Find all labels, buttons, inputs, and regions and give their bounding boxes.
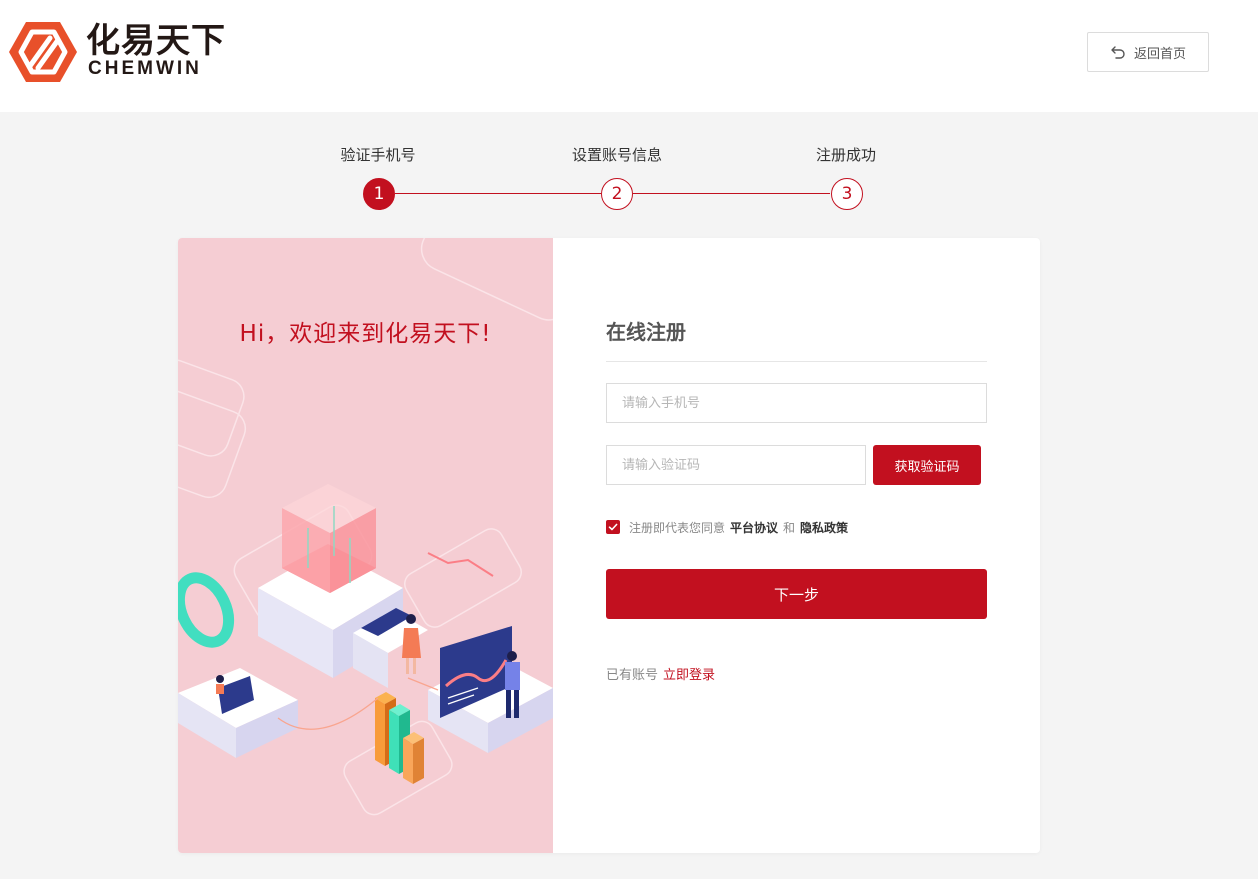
platform-agreement-link[interactable]: 平台协议 bbox=[730, 519, 778, 536]
login-prompt: 已有账号 立即登录 bbox=[606, 664, 715, 683]
agreement-text: 注册即代表您同意 bbox=[629, 520, 726, 535]
back-home-label: 返回首页 bbox=[1133, 46, 1186, 62]
step-connector-2 bbox=[633, 193, 830, 194]
back-home-button[interactable]: 返回首页 bbox=[1087, 32, 1209, 72]
form-title: 在线注册 bbox=[606, 320, 686, 344]
agreement-checkbox[interactable] bbox=[606, 520, 620, 534]
form-divider bbox=[606, 361, 987, 362]
agreement-and-text: 和 bbox=[783, 520, 796, 535]
step-3-label: 注册成功 bbox=[815, 146, 877, 164]
welcome-heading: Hi，欢迎来到化易天下! bbox=[239, 321, 492, 347]
phone-input[interactable] bbox=[606, 383, 987, 423]
next-step-button[interactable]: 下一步 bbox=[606, 569, 987, 619]
checkmark-icon bbox=[608, 523, 618, 531]
step-2-indicator: 2 bbox=[601, 178, 633, 210]
agreement-row: 注册即代表您同意 平台协议 和 隐私政策 bbox=[606, 518, 848, 536]
register-form: 在线注册 获取验证码 注册即代表您同意 平台协议 和 隐私政策 下一步 已有账号… bbox=[553, 238, 1040, 853]
step-connector-1 bbox=[395, 193, 601, 194]
step-1-label: 验证手机号 bbox=[340, 146, 416, 164]
registration-steps: 验证手机号 设置账号信息 注册成功 1 2 3 bbox=[0, 130, 1258, 220]
welcome-panel: Hi，欢迎来到化易天下! bbox=[178, 238, 553, 853]
logo-chinese-name: 化易天下 bbox=[86, 21, 226, 61]
chemwin-logo-icon bbox=[9, 22, 77, 82]
register-card: Hi，欢迎来到化易天下! 在线注册 获取验证码 注册即代表您同意 平台协议 和 … bbox=[178, 238, 1040, 853]
logo-english-name: CHEMWIN bbox=[88, 58, 202, 79]
privacy-policy-link[interactable]: 隐私政策 bbox=[800, 519, 848, 536]
get-code-button[interactable]: 获取验证码 bbox=[873, 445, 981, 485]
has-account-text: 已有账号 bbox=[606, 668, 659, 683]
return-arrow-icon bbox=[1111, 46, 1125, 59]
step-3-indicator: 3 bbox=[831, 178, 863, 210]
top-header: 化易天下 CHEMWIN 返回首页 bbox=[0, 0, 1258, 112]
login-now-link[interactable]: 立即登录 bbox=[663, 668, 715, 683]
chemwin-logo[interactable]: 化易天下 CHEMWIN bbox=[8, 20, 238, 84]
step-1-indicator: 1 bbox=[363, 178, 395, 210]
verification-code-input[interactable] bbox=[606, 445, 866, 485]
step-2-label: 设置账号信息 bbox=[571, 146, 663, 164]
